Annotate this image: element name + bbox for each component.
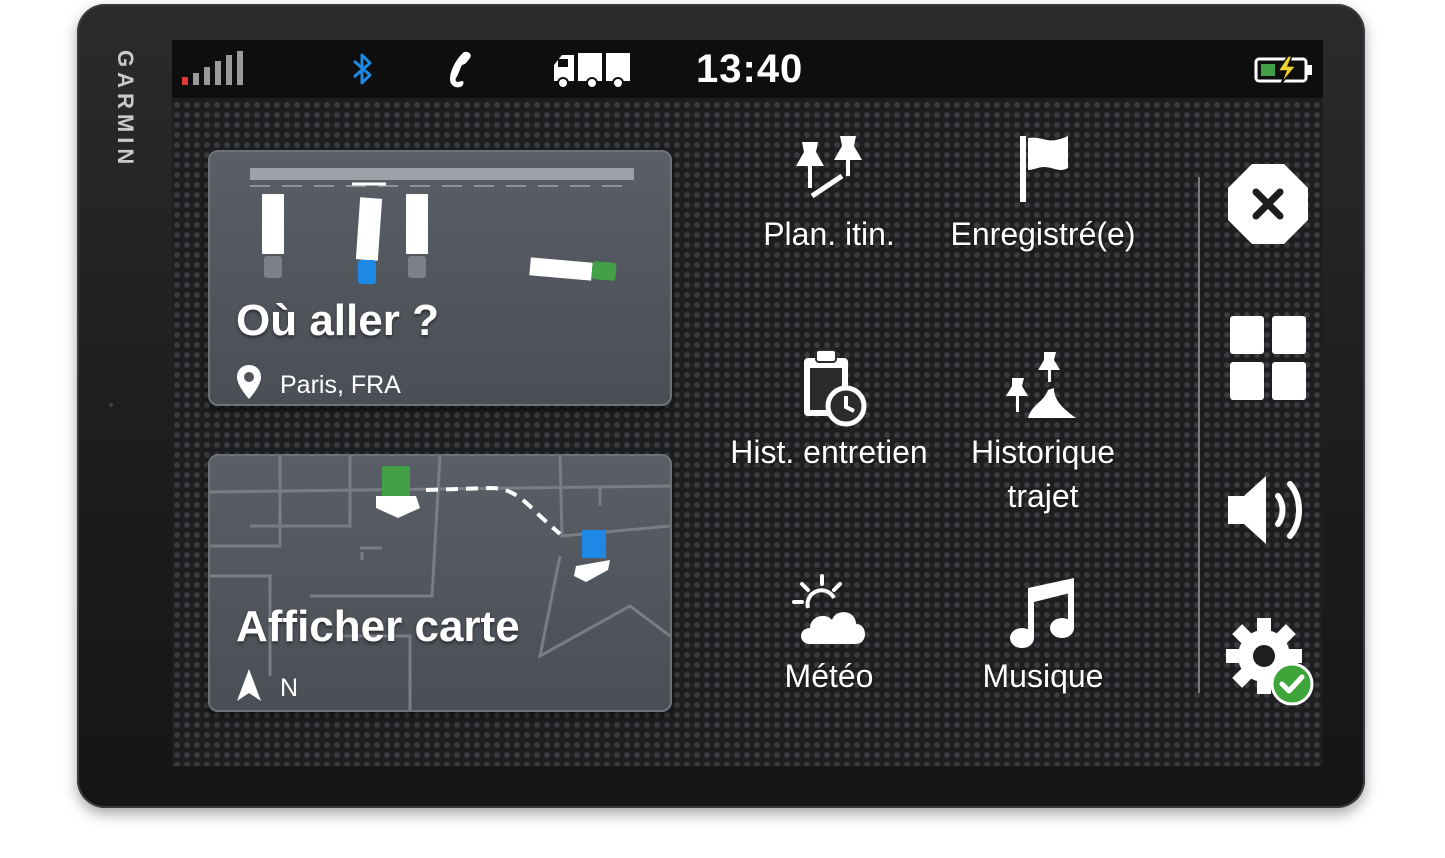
app-music[interactable]: Musique [938,572,1148,698]
close-button[interactable] [1226,162,1310,251]
service-history-label: Hist. entretien [730,434,928,470]
clock: 13:40 [696,46,804,91]
app-saved[interactable]: Enregistré(e) [938,132,1148,256]
view-map-title: Afficher carte [236,602,520,651]
light-sensor [109,403,113,407]
location-pin-icon [236,364,262,404]
volume-icon [1228,476,1302,544]
apps-grid-button[interactable] [1228,314,1308,407]
truck-icon [552,40,632,98]
close-icon [1228,164,1308,244]
apps-grid-icon [1230,316,1306,400]
settings-button[interactable] [1226,616,1316,711]
battery-charging-icon [1254,40,1314,98]
weather-label: Météo [784,658,874,694]
trip-planner-label: Plan. itin. [763,216,895,252]
where-to-card[interactable]: Où aller ? Paris, FRA [208,150,672,406]
music-note-icon [1010,578,1074,648]
map-heading: N [236,668,298,709]
app-service-history[interactable]: Hist. entretien [724,344,934,474]
screen: 13:40 Où aller ? Paris, FRA Afficher car… [172,40,1323,766]
view-map-card[interactable]: Afficher carte N [208,454,672,712]
phone-icon [446,40,476,98]
heading-text: N [280,674,299,702]
location-text: Paris, FRA [280,371,401,399]
weather-icon [792,574,865,644]
app-weather[interactable]: Météo [724,572,934,698]
service-history-icon [804,349,867,427]
trip-history-label: Historique trajet [938,430,1148,518]
status-bar: 13:40 [172,40,1323,98]
trip-history-label-line2: trajet [1007,478,1079,514]
brand-logo: GARMIN [113,50,138,170]
signal-icon [180,40,246,98]
bluetooth-icon [350,40,376,98]
app-trip-planner[interactable]: Plan. itin. [724,132,934,256]
flag-icon [1020,136,1068,202]
saved-label: Enregistré(e) [950,216,1136,252]
north-arrow-icon [236,668,262,709]
sidebar-divider [1198,177,1200,693]
app-trip-history[interactable]: Historique trajet [938,344,1148,518]
trip-planner-icon [796,136,862,199]
music-label: Musique [982,658,1104,694]
volume-button[interactable] [1226,472,1310,553]
settings-icon [1226,618,1314,706]
truck-parking-illustration [250,168,634,284]
where-to-title: Où aller ? [236,296,439,345]
current-location: Paris, FRA [236,364,401,404]
trip-history-icon [1006,352,1076,418]
trip-history-label-line1: Historique [970,434,1116,470]
